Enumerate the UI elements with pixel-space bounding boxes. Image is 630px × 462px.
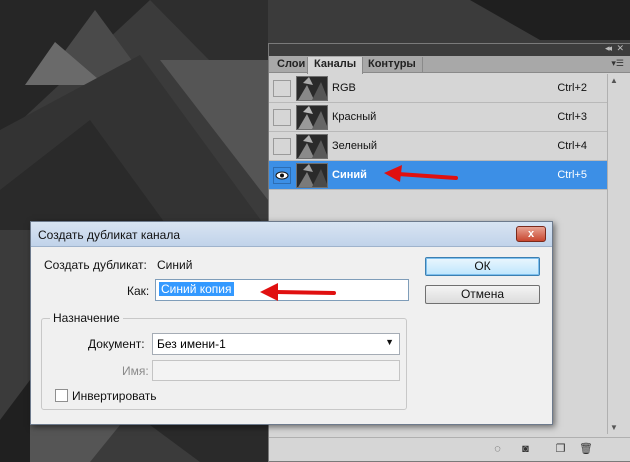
dialog-title-bar: Создать дубликат канала x: [31, 222, 552, 247]
invert-checkbox[interactable]: [55, 389, 68, 402]
cancel-button[interactable]: Отмена: [425, 285, 540, 304]
visibility-toggle[interactable]: [273, 138, 291, 155]
panel-title-bar: ◂◂ ✕: [269, 43, 630, 56]
name-label: Имя:: [122, 364, 149, 378]
duplicate-label: Создать дубликат:: [44, 258, 147, 272]
scroll-up-icon[interactable]: ▲: [610, 76, 618, 85]
panel-menu-icon[interactable]: ▾☰: [611, 58, 624, 69]
channel-row-green[interactable]: Зеленый Ctrl+4: [269, 132, 607, 161]
close-button[interactable]: x: [516, 226, 546, 242]
channel-name-input[interactable]: Синий копия: [155, 279, 409, 301]
visibility-toggle[interactable]: [273, 80, 291, 97]
channel-thumbnail: [296, 134, 328, 159]
eye-icon[interactable]: [273, 167, 291, 184]
invert-label: Инвертировать: [72, 389, 157, 403]
channel-shortcut: Ctrl+5: [557, 169, 587, 181]
channel-name: Красный: [332, 111, 377, 123]
channel-name: RGB: [332, 82, 356, 94]
scroll-down-icon[interactable]: ▼: [610, 423, 618, 432]
document-label: Документ:: [88, 337, 145, 351]
duplicate-value: Синий: [157, 258, 193, 272]
close-panel-icon[interactable]: ✕: [616, 43, 624, 54]
channel-thumbnail: [296, 105, 328, 130]
tab-channels[interactable]: Каналы: [307, 57, 364, 74]
channel-thumbnail: [296, 76, 328, 101]
channel-row-blue[interactable]: Синий Ctrl+5: [269, 161, 607, 190]
document-value: Без имени-1: [157, 337, 226, 351]
trash-icon[interactable]: 🗑: [579, 443, 593, 455]
document-select[interactable]: Без имени-1 ▼: [152, 333, 400, 355]
save-selection-icon[interactable]: ◙: [519, 443, 532, 455]
channel-name: Зеленый: [332, 140, 378, 152]
chevron-down-icon: ▼: [385, 337, 394, 347]
channel-list: RGB Ctrl+2 Красный Ctrl+3 Зеленый Ctrl+4: [269, 74, 607, 190]
channel-name-value: Синий копия: [159, 282, 234, 296]
name-field[interactable]: [152, 360, 400, 381]
dialog-title: Создать дубликат канала: [38, 228, 181, 242]
channel-name: Синий: [332, 169, 367, 181]
channel-thumbnail: [296, 163, 328, 188]
duplicate-channel-dialog: Создать дубликат канала x Создать дублик…: [30, 221, 553, 425]
panel-tabs: Слои Каналы Контуры ▾☰: [269, 56, 630, 74]
tab-paths[interactable]: Контуры: [362, 57, 423, 73]
new-channel-icon[interactable]: ❐: [554, 443, 567, 455]
as-label: Как:: [127, 284, 150, 298]
visibility-toggle[interactable]: [273, 109, 291, 126]
load-selection-icon[interactable]: ◌: [491, 443, 504, 455]
channel-shortcut: Ctrl+3: [557, 111, 587, 123]
destination-legend: Назначение: [50, 311, 123, 325]
channel-row-red[interactable]: Красный Ctrl+3: [269, 103, 607, 132]
channel-row-rgb[interactable]: RGB Ctrl+2: [269, 74, 607, 103]
collapse-panel-icon[interactable]: ◂◂: [605, 43, 612, 54]
destination-group: Назначение Документ: Без имени-1 ▼ Имя: …: [41, 311, 407, 410]
panel-footer: ◌ ◙ ❐ 🗑: [269, 437, 630, 461]
channel-shortcut: Ctrl+4: [557, 140, 587, 152]
channel-shortcut: Ctrl+2: [557, 82, 587, 94]
panel-scrollbar[interactable]: ▲ ▼: [607, 74, 621, 434]
ok-button[interactable]: ОК: [425, 257, 540, 276]
